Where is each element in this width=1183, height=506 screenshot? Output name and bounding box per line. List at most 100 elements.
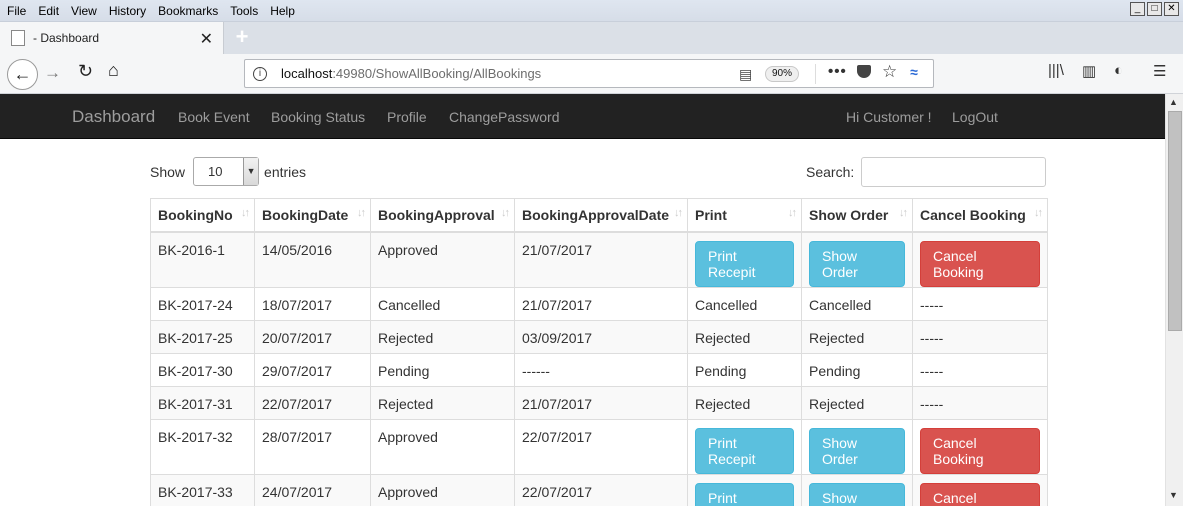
page-icon — [11, 30, 25, 46]
minimize-icon[interactable]: _ — [1130, 2, 1145, 16]
col-header-label: BookingApprovalDate — [522, 206, 670, 223]
search-input[interactable] — [861, 157, 1047, 187]
show-order-button[interactable]: Show Order — [809, 240, 905, 287]
col-header-booking-date[interactable]: BookingDate ↓↑ — [254, 198, 371, 233]
print-receipt-button-cell: Print Recepit — [687, 473, 802, 506]
tab-dashboard[interactable]: - Dashboard ✕ — [0, 22, 224, 54]
hamburger-menu-icon[interactable]: ☰ — [1153, 62, 1166, 80]
col-header-label: BookingApproval — [378, 206, 495, 223]
cell-approval-date: ------ — [514, 352, 688, 387]
cell-booking-approval: Rejected — [370, 319, 515, 354]
menu-file[interactable]: File — [0, 4, 31, 18]
cell-booking-no: BK-2017-32 — [150, 418, 255, 475]
sidebar-icon[interactable]: ▥ — [1082, 62, 1096, 80]
table-body: BK-2016-1 14/05/2016 Approved 21/07/2017 Pri… — [150, 231, 1048, 506]
back-icon[interactable]: ← — [7, 59, 38, 90]
account-icon[interactable]: ◐ — [1114, 62, 1123, 79]
library-icon[interactable]: |||\ — [1048, 62, 1064, 79]
table-row: BK-2017-32 28/07/2017 Approved 22/07/2017 Pr… — [150, 418, 1048, 475]
zoom-level[interactable]: 90% — [765, 66, 800, 82]
scroll-up-icon[interactable]: ▲ — [1169, 97, 1178, 107]
forward-icon[interactable]: → — [44, 63, 61, 83]
col-header-label: Cancel Booking — [920, 206, 1026, 223]
table-search: Search: — [806, 157, 1047, 187]
cell-cancel-status: ----- — [912, 286, 1048, 321]
url-bar[interactable]: i localhost:49980/ShowAllBooking/AllBook… — [244, 59, 934, 88]
menu-view[interactable]: View — [64, 4, 102, 18]
cancel-booking-button[interactable]: Cancel Booking — [920, 240, 1040, 287]
col-header-approval-date[interactable]: BookingApprovalDate ↓↑ — [514, 198, 688, 233]
cancel-booking-button[interactable]: Cancel Booking — [920, 482, 1040, 506]
scroll-down-icon[interactable]: ▼ — [1169, 490, 1178, 500]
bookmark-star-icon[interactable]: ☆ — [882, 62, 897, 82]
cancel-booking-button[interactable]: Cancel Booking — [920, 427, 1040, 474]
nav-link-booking-status[interactable]: Booking Status — [271, 109, 365, 125]
window-menubar: File Edit View History Bookmarks Tools H… — [0, 0, 1183, 22]
cell-approval-date: 03/09/2017 — [514, 319, 688, 354]
col-header-label: Show Order — [809, 206, 889, 223]
print-receipt-button[interactable]: Print Recepit — [695, 240, 794, 287]
show-order-button[interactable]: Show Order — [809, 482, 905, 506]
cell-print-status: Pending — [687, 352, 802, 387]
cell-print-status: Cancelled — [687, 286, 802, 321]
print-receipt-button-cell: Print Recepit — [687, 418, 802, 475]
cell-show-order-status: Rejected — [801, 385, 913, 420]
tab-title: - Dashboard — [33, 31, 100, 45]
col-header-print[interactable]: Print ↓↑ — [687, 198, 802, 233]
dropdown-arrow-icon[interactable]: ▼ — [243, 158, 259, 185]
cell-booking-no: BK-2017-33 — [150, 473, 255, 506]
nav-link-book-event[interactable]: Book Event — [178, 109, 250, 125]
scrollbar-thumb[interactable] — [1168, 111, 1182, 331]
col-header-booking-no[interactable]: BookingNo ↓↑ — [150, 198, 255, 233]
page-actions-icon[interactable]: ••• — [828, 63, 847, 80]
cell-booking-approval: Approved — [370, 231, 515, 288]
navbar-brand[interactable]: Dashboard — [72, 107, 155, 127]
print-receipt-button[interactable]: Print Recepit — [695, 427, 794, 474]
search-label: Search: — [806, 164, 855, 180]
reload-icon[interactable]: ↻ — [78, 61, 93, 82]
table-row: BK-2017-30 29/07/2017 Pending ------ Pending… — [150, 352, 1048, 387]
menu-bookmarks[interactable]: Bookmarks — [151, 4, 223, 18]
menu-edit[interactable]: Edit — [31, 4, 64, 18]
extension-icon[interactable]: ≈ — [910, 64, 918, 80]
show-order-button[interactable]: Show Order — [809, 427, 905, 474]
nav-greeting[interactable]: Hi Customer ! — [846, 109, 932, 125]
cell-show-order-status: Pending — [801, 352, 913, 387]
col-header-cancel-booking[interactable]: Cancel Booking ↓↑ — [912, 198, 1048, 233]
cell-booking-no: BK-2016-1 — [150, 231, 255, 288]
cell-booking-approval: Cancelled — [370, 286, 515, 321]
cell-approval-date: 21/07/2017 — [514, 231, 688, 288]
table-row: BK-2016-1 14/05/2016 Approved 21/07/2017 Pri… — [150, 231, 1048, 288]
home-icon[interactable]: ⌂ — [108, 60, 119, 81]
col-header-show-order[interactable]: Show Order ↓↑ — [801, 198, 913, 233]
reader-view-icon[interactable]: ▤ — [739, 66, 752, 83]
new-tab-icon[interactable]: + — [232, 26, 252, 48]
site-navbar: Dashboard Book Event Booking Status Prof… — [0, 94, 1165, 139]
cell-print-status: Rejected — [687, 319, 802, 354]
col-header-booking-approval[interactable]: BookingApproval ↓↑ — [370, 198, 515, 233]
cell-show-order-status: Rejected — [801, 319, 913, 354]
site-info-icon[interactable]: i — [253, 66, 267, 81]
menu-history[interactable]: History — [102, 4, 151, 18]
cell-booking-no: BK-2017-30 — [150, 352, 255, 387]
tab-strip: - Dashboard ✕ + — [0, 22, 1183, 54]
nav-link-profile[interactable]: Profile — [387, 109, 427, 125]
entries-label: entries — [264, 163, 307, 180]
nav-link-change-password[interactable]: ChangePassword — [449, 109, 560, 125]
cell-booking-approval: Approved — [370, 418, 515, 475]
maximize-icon[interactable]: □ — [1147, 2, 1162, 16]
close-window-icon[interactable]: ✕ — [1164, 2, 1179, 16]
cell-cancel-status: ----- — [912, 352, 1048, 387]
menu-tools[interactable]: Tools — [223, 4, 263, 18]
cell-booking-date: 29/07/2017 — [254, 352, 371, 387]
nav-link-logout[interactable]: LogOut — [952, 109, 998, 125]
sort-icon: ↓↑ — [899, 207, 908, 219]
menu-help[interactable]: Help — [263, 4, 300, 18]
col-header-label: Print — [695, 206, 727, 223]
pocket-icon[interactable] — [857, 65, 871, 78]
print-receipt-button[interactable]: Print Recepit — [695, 482, 794, 506]
page-scrollbar[interactable]: ▲ ▼ — [1165, 94, 1183, 506]
table-row: BK-2017-31 22/07/2017 Rejected 21/07/2017 Re… — [150, 385, 1048, 420]
close-tab-icon[interactable]: ✕ — [200, 29, 213, 49]
entries-select[interactable]: 10 ▼ — [193, 157, 260, 186]
